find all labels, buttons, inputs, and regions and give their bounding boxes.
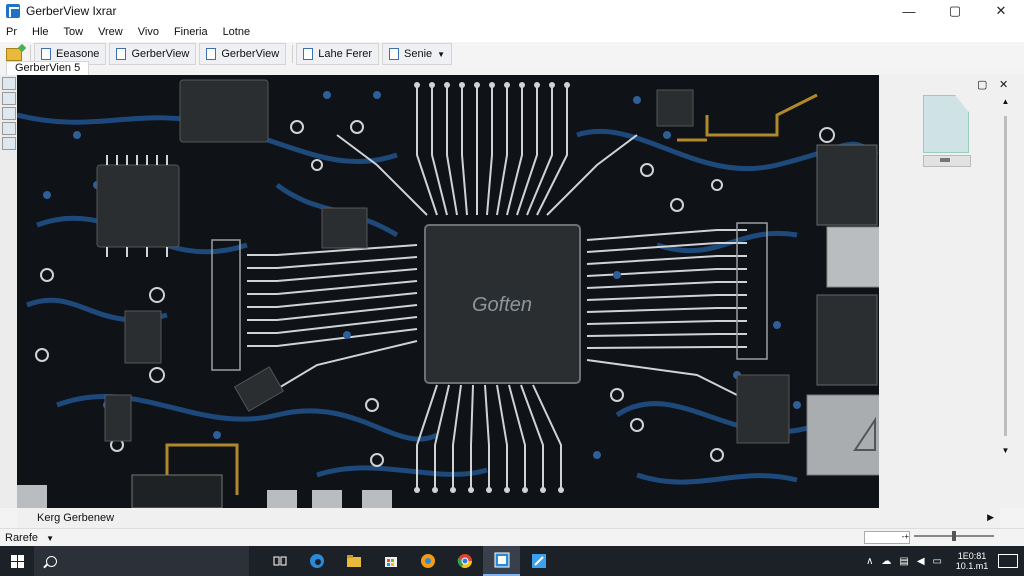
scroll-right-icon[interactable]: ▶ — [987, 512, 994, 523]
toolbar-button-label: Lahe Ferer — [318, 48, 373, 60]
taskbar-search[interactable] — [34, 546, 249, 576]
status-bar: Rarefe ▼ -+ — [0, 528, 1024, 546]
minimize-button[interactable]: — — [886, 0, 932, 22]
pcb-canvas[interactable]: Goften — [17, 75, 879, 508]
status-dropdown-label: Rarefe — [5, 531, 39, 544]
clock-time: 1E0:81 — [957, 551, 987, 561]
panel-restore-button[interactable]: ▢ — [977, 78, 987, 91]
window-title: GerberView Ixrar — [26, 4, 117, 18]
document-icon — [41, 48, 51, 60]
thumbnail-slider[interactable] — [923, 155, 971, 167]
scroll-thumb[interactable] — [1004, 116, 1007, 436]
chip-label: Goften — [472, 294, 532, 316]
maximize-button[interactable]: ▢ — [932, 0, 978, 22]
menu-item[interactable]: Vrew — [92, 26, 132, 38]
clock-date: 10.1.m1 — [955, 561, 989, 571]
show-hidden-icons-icon[interactable]: ∧ — [866, 556, 873, 567]
left-tool-strip — [0, 75, 18, 508]
scale-icon — [389, 48, 400, 60]
status-dropdown[interactable]: Rarefe ▼ — [5, 532, 54, 544]
gerberview-icon — [494, 552, 509, 568]
window-controls: — ▢ ✕ — [886, 0, 1024, 22]
menu-item[interactable]: Fineria — [168, 26, 217, 38]
chrome-icon — [457, 554, 472, 568]
clock[interactable]: 1E0:81 10.1.m1 — [950, 551, 994, 571]
folder-open-icon — [6, 47, 22, 61]
ic-top-left — [179, 79, 269, 143]
document-icon — [206, 48, 217, 60]
panel-close-button[interactable]: ✕ — [999, 78, 1008, 91]
gerberview-taskbar-button[interactable] — [483, 546, 520, 576]
menu-bar: Pr Hle Tow Vrew Vivo Fineria Lotne — [0, 22, 1024, 42]
close-button[interactable]: ✕ — [978, 0, 1024, 22]
folder-icon — [346, 555, 361, 567]
chevron-down-icon: ▼ — [437, 49, 446, 59]
system-tray: ∧ ☁ ▤ ◀ ▭ 1E0:81 10.1.m1 — [862, 546, 1024, 576]
media-player-icon — [420, 554, 435, 568]
menu-item[interactable]: Tow — [58, 26, 93, 38]
scale-dropdown[interactable]: Senie ▼ — [382, 43, 453, 65]
taskbar: ∧ ☁ ▤ ◀ ▭ 1E0:81 10.1.m1 — [0, 546, 1024, 576]
layer-icon — [303, 48, 314, 60]
board-thumbnail — [923, 95, 969, 153]
toolbar: Eeasone GerberView GerberView Lahe Ferer… — [0, 42, 1024, 66]
edge-icon — [309, 554, 324, 568]
chrome-button[interactable] — [446, 546, 483, 576]
select-tool-icon[interactable] — [2, 77, 16, 90]
layer-filter-button[interactable]: Lahe Ferer — [296, 43, 380, 65]
taskbar-apps — [261, 546, 557, 576]
menu-item[interactable]: Lotne — [217, 26, 260, 38]
store-button[interactable] — [372, 546, 409, 576]
pan-tool-icon[interactable] — [2, 92, 16, 105]
notification-icon[interactable] — [998, 554, 1018, 568]
coordinate-field[interactable]: -+ — [864, 531, 910, 544]
pcb-render: Goften — [17, 75, 879, 508]
edge-button[interactable] — [298, 546, 335, 576]
windows-logo-icon — [10, 554, 24, 568]
zoom-tool-icon[interactable] — [2, 107, 16, 120]
toolbar-button-label: GerberView — [221, 48, 280, 60]
toolbar-button-label: Senie — [404, 48, 433, 60]
vertical-scrollbar[interactable]: ▲ ▼ — [999, 97, 1012, 507]
menu-item[interactable]: Vivo — [132, 26, 168, 38]
scroll-up-icon[interactable]: ▲ — [999, 97, 1012, 106]
menu-item[interactable]: Pr — [0, 26, 26, 38]
start-button[interactable] — [0, 546, 34, 576]
task-view-icon — [273, 556, 286, 566]
layer-status-text: Kerg Gerbenew — [37, 512, 115, 524]
file-explorer-button[interactable] — [335, 546, 372, 576]
store-icon — [384, 557, 397, 567]
chevron-down-icon: ▼ — [46, 533, 55, 543]
media-button[interactable] — [409, 546, 446, 576]
toolbar-button-label: Eeasone — [56, 48, 100, 60]
toolbar-separator — [292, 45, 294, 63]
app-icon — [531, 554, 546, 568]
gerberview-app-icon — [6, 4, 20, 18]
measure-tool-icon[interactable] — [2, 122, 16, 135]
app-button[interactable] — [520, 546, 557, 576]
document-icon — [116, 48, 127, 60]
title-bar: GerberView Ixrar — ▢ ✕ — [0, 0, 1024, 22]
ic-left — [96, 164, 180, 248]
volume-icon[interactable]: ◀ — [917, 556, 925, 567]
document-tab[interactable]: GerberVien 5 — [6, 61, 90, 76]
zoom-slider[interactable] — [914, 531, 994, 541]
network-icon[interactable]: ▤ — [899, 556, 908, 567]
task-view-button[interactable] — [261, 546, 298, 576]
scroll-down-icon[interactable]: ▼ — [999, 446, 1012, 455]
pointer-tool-icon[interactable] — [2, 137, 16, 150]
menu-item[interactable]: Hle — [26, 26, 58, 38]
toolbar-button[interactable]: GerberView — [199, 43, 287, 65]
search-icon — [46, 555, 57, 567]
keyboard-icon[interactable]: ▭ — [933, 556, 942, 567]
horizontal-scrollbar[interactable]: Kerg Gerbenew ▶ — [17, 508, 1000, 528]
onedrive-icon[interactable]: ☁ — [881, 556, 891, 567]
toolbar-button-label: GerberView — [131, 48, 190, 60]
toolbar-button[interactable]: GerberView — [109, 43, 197, 65]
